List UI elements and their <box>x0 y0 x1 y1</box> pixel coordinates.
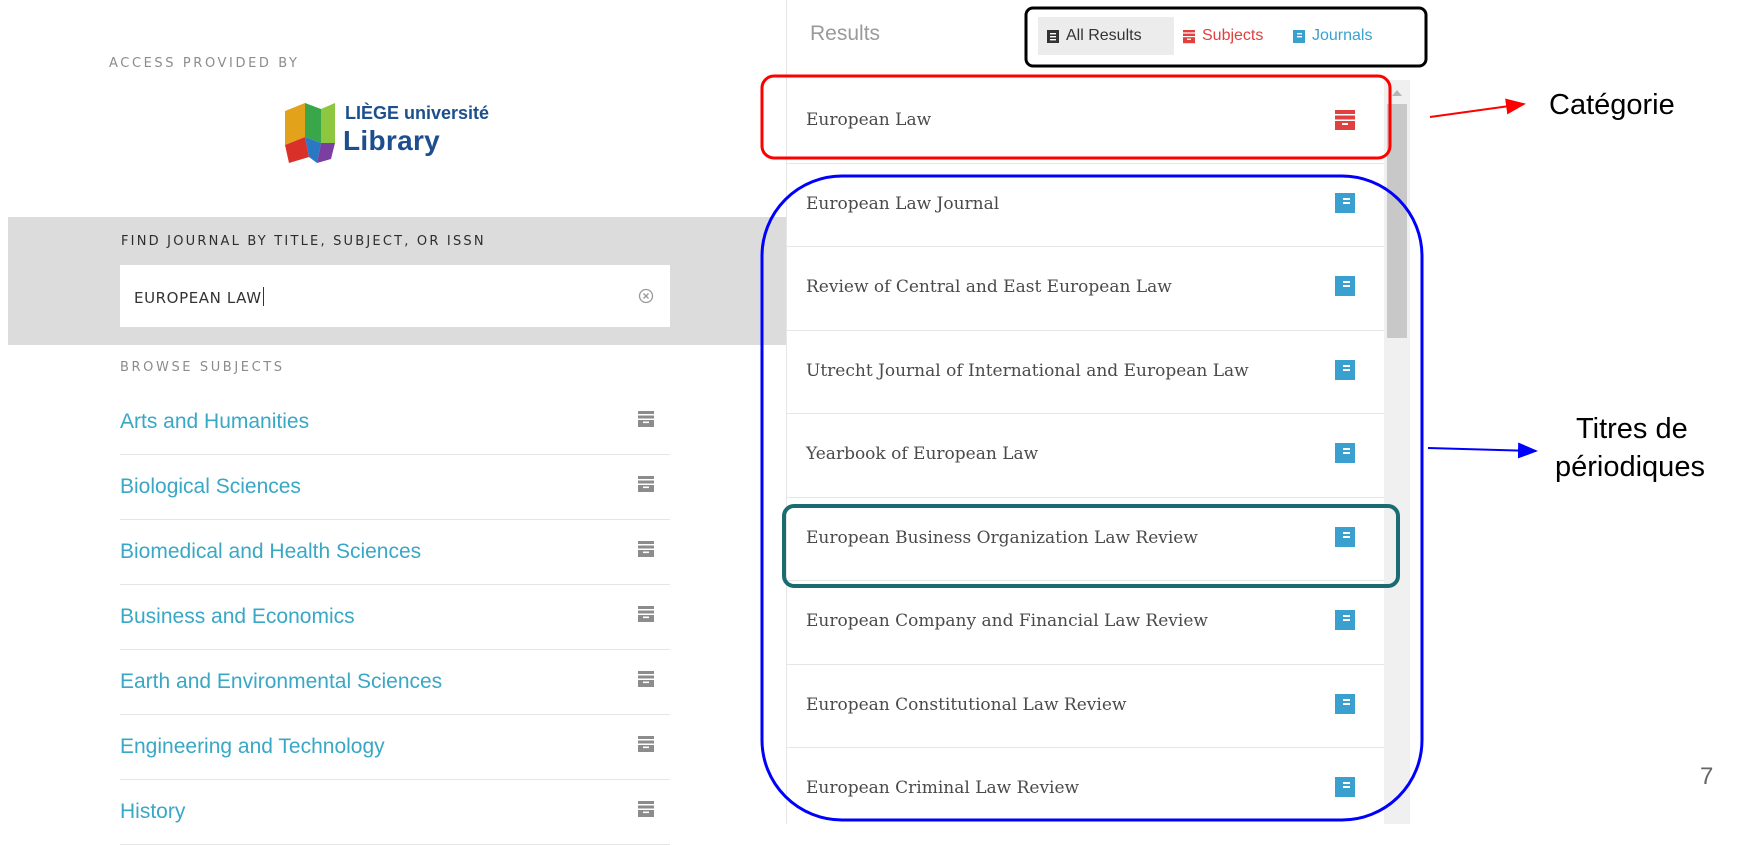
annotation-titles-line1: Titres de <box>1576 413 1688 445</box>
archive-box-icon <box>638 671 654 687</box>
results-list: European Law European Law Journal Review… <box>786 80 1384 824</box>
result-item-label[interactable]: European Company and Financial Law Revie… <box>806 611 1208 631</box>
tab-journals-label: Journals <box>1312 27 1373 44</box>
access-provided-label: ACCESS PROVIDED BY <box>109 56 300 71</box>
result-item-journal[interactable]: European Criminal Law Review <box>786 748 1384 824</box>
subject-item-biological-sciences[interactable]: Biological Sciences <box>120 455 670 520</box>
page-root: ACCESS PROVIDED BY LIÈGE université Libr… <box>0 0 1758 845</box>
page-number: 7 <box>1700 763 1714 790</box>
result-item-label[interactable]: Utrecht Journal of International and Eur… <box>806 361 1249 381</box>
subject-list: Arts and Humanities Biological Sciences … <box>120 390 670 845</box>
result-item-subject[interactable]: European Law <box>786 80 1384 164</box>
archive-box-icon <box>638 736 654 752</box>
archive-box-icon <box>638 476 654 492</box>
journal-book-icon <box>1335 777 1355 797</box>
journal-book-icon <box>1335 359 1355 380</box>
tab-all-results-label: All Results <box>1066 27 1142 44</box>
result-item-label[interactable]: Review of Central and East European Law <box>806 277 1172 297</box>
find-journal-label: FIND JOURNAL BY TITLE, SUBJECT, OR ISSN <box>121 234 486 249</box>
text-caret <box>262 287 264 306</box>
search-input[interactable]: EUROPEAN LAW <box>120 265 670 327</box>
journal-book-icon <box>1335 526 1355 547</box>
archive-box-icon <box>1335 110 1355 130</box>
logo-text-universite: LIÈGE université <box>345 103 490 123</box>
annotation-titles-line2: périodiques <box>1555 451 1705 483</box>
result-item-journal[interactable]: European Company and Financial Law Revie… <box>786 581 1384 665</box>
result-item-journal[interactable]: European Constitutional Law Review <box>786 665 1384 748</box>
result-item-journal[interactable]: Yearbook of European Law <box>786 414 1384 498</box>
result-item-journal[interactable]: Utrecht Journal of International and Eur… <box>786 331 1384 414</box>
search-input-value[interactable]: EUROPEAN LAW <box>134 287 264 307</box>
result-item-label[interactable]: European Business Organization Law Revie… <box>806 528 1198 548</box>
subject-item-earth-and-environmental-sciences[interactable]: Earth and Environmental Sciences <box>120 650 670 715</box>
tab-journals[interactable]: Journals <box>1284 17 1392 55</box>
institution-logo[interactable]: LIÈGE université Library <box>281 97 521 169</box>
result-item-label[interactable]: European Law Journal <box>806 194 999 214</box>
subject-item-biomedical-and-health-sciences[interactable]: Biomedical and Health Sciences <box>120 520 670 585</box>
result-item-journal[interactable]: European Business Organization Law Revie… <box>786 498 1384 581</box>
titles-arrow <box>1427 442 1538 459</box>
logo-text-library: Library <box>343 125 441 156</box>
result-item-label[interactable]: European Constitutional Law Review <box>806 695 1126 715</box>
scroll-thumb[interactable] <box>1387 104 1407 338</box>
subject-item-label[interactable]: Biological Sciences <box>120 475 301 499</box>
journal-book-icon <box>1293 29 1305 43</box>
subject-item-arts-and-humanities[interactable]: Arts and Humanities <box>120 390 670 455</box>
result-item-journal[interactable]: European Law Journal <box>786 164 1384 247</box>
subject-item-engineering-and-technology[interactable]: Engineering and Technology <box>120 715 670 780</box>
clear-circle-icon[interactable] <box>638 288 654 304</box>
archive-box-icon <box>638 801 654 817</box>
list-book-icon <box>1047 29 1059 43</box>
liege-logo-icon <box>285 103 335 163</box>
subject-item-label[interactable]: Business and Economics <box>120 605 355 629</box>
results-scrollbar[interactable] <box>1384 80 1410 824</box>
subject-item-label[interactable]: Earth and Environmental Sciences <box>120 670 442 694</box>
subject-item-label[interactable]: Arts and Humanities <box>120 410 309 434</box>
tab-all-results[interactable]: All Results <box>1038 17 1174 55</box>
scroll-up-arrow-icon[interactable] <box>1392 90 1402 96</box>
subject-item-label[interactable]: History <box>120 800 185 824</box>
result-item-label[interactable]: Yearbook of European Law <box>806 444 1038 464</box>
subject-item-label[interactable]: Engineering and Technology <box>120 735 385 759</box>
search-input-text: EUROPEAN LAW <box>134 289 262 307</box>
archive-box-icon <box>638 411 654 427</box>
result-item-journal[interactable]: Review of Central and East European Law <box>786 247 1384 331</box>
results-title: Results <box>810 22 881 45</box>
category-arrow <box>1429 98 1526 118</box>
subject-item-history[interactable]: History <box>120 780 670 845</box>
journal-book-icon <box>1335 276 1355 296</box>
result-item-label[interactable]: European Criminal Law Review <box>806 778 1079 798</box>
archive-box-icon <box>638 606 654 622</box>
journal-book-icon <box>1335 192 1355 213</box>
journal-book-icon <box>1335 693 1355 714</box>
tab-subjects[interactable]: Subjects <box>1174 17 1284 55</box>
subject-item-business-and-economics[interactable]: Business and Economics <box>120 585 670 650</box>
browse-subjects-label: BROWSE SUBJECTS <box>120 360 285 375</box>
tab-subjects-label: Subjects <box>1202 27 1264 44</box>
journal-book-icon <box>1335 610 1355 630</box>
archive-box-icon <box>638 541 654 557</box>
subject-item-label[interactable]: Biomedical and Health Sciences <box>120 540 421 564</box>
archive-box-icon <box>1183 29 1195 43</box>
result-item-label[interactable]: European Law <box>806 110 931 130</box>
annotation-category: Catégorie <box>1549 89 1675 121</box>
journal-book-icon <box>1335 443 1355 463</box>
